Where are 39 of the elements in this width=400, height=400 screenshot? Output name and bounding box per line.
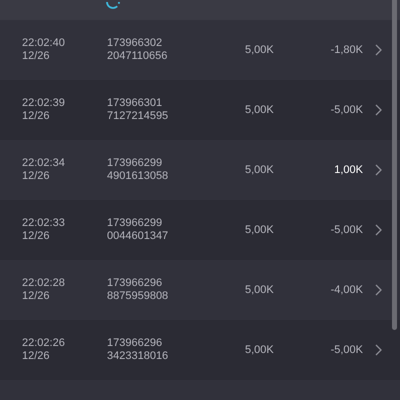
amount-text: 5,00K <box>245 104 275 116</box>
timestamp-text: 22:02:33 <box>22 217 66 230</box>
timestamp-text: 22:02:34 <box>22 157 66 170</box>
result-text: -5,00K <box>330 104 363 116</box>
timestamp-text: 12/26 <box>22 50 51 63</box>
timestamp-text: 12/26 <box>22 170 51 183</box>
order-id-text: 4901613058 <box>107 170 170 183</box>
amount-text: 5,00K <box>245 284 275 296</box>
order-id-text: 173966296 <box>107 337 164 350</box>
order-id-text: 173966302 <box>107 37 164 50</box>
order-id-text: 173966299 <box>107 217 164 230</box>
order-id-text: 2047110656 <box>107 50 168 63</box>
amount-text: 5,00K <box>245 164 275 176</box>
timestamp-text: 22:02:28 <box>22 277 66 290</box>
order-id-text: 173966296 <box>107 277 164 290</box>
timestamp-text: 22:02:26 <box>22 337 66 350</box>
timestamp-text: 12/26 <box>22 230 51 243</box>
order-id-text: 173966299 <box>107 157 164 170</box>
timestamp-text: 22:02:40 <box>22 37 66 50</box>
result-text: -5,00K <box>330 224 363 236</box>
order-id-text: 0044601347 <box>107 230 170 243</box>
amount-text: 5,00K <box>245 44 275 56</box>
order-id-text: 173966301 <box>107 97 164 110</box>
amount-text: 5,00K <box>245 344 275 356</box>
order-id-text: 8875959808 <box>107 290 170 303</box>
result-text: 1,00K <box>334 164 363 176</box>
timestamp-text: 12/26 <box>22 290 51 303</box>
order-id-text: 3423318016 <box>107 350 170 363</box>
order-id-text: 7127214595 <box>107 110 170 123</box>
result-text: -5,00K <box>330 344 363 356</box>
list-row[interactable]: 22:02:34 12/26 173966299 4901613058 5,00K 1,00K <box>0 140 400 200</box>
timestamp-text: 22:02:39 <box>22 97 66 110</box>
timestamp-text: 12/26 <box>22 350 51 363</box>
list-row[interactable]: 22:02:28 12/26 173966296 8875959808 5,00K -4,00K <box>0 260 400 320</box>
amount-text: 5,00K <box>245 224 275 236</box>
list-row[interactable]: 22:02:40 12/26 173966302 2047110656 5,00K -1,80K <box>0 20 400 80</box>
result-text: -1,80K <box>330 44 363 56</box>
result-text: -4,00K <box>330 284 363 296</box>
timestamp-text: 12/26 <box>22 110 51 123</box>
